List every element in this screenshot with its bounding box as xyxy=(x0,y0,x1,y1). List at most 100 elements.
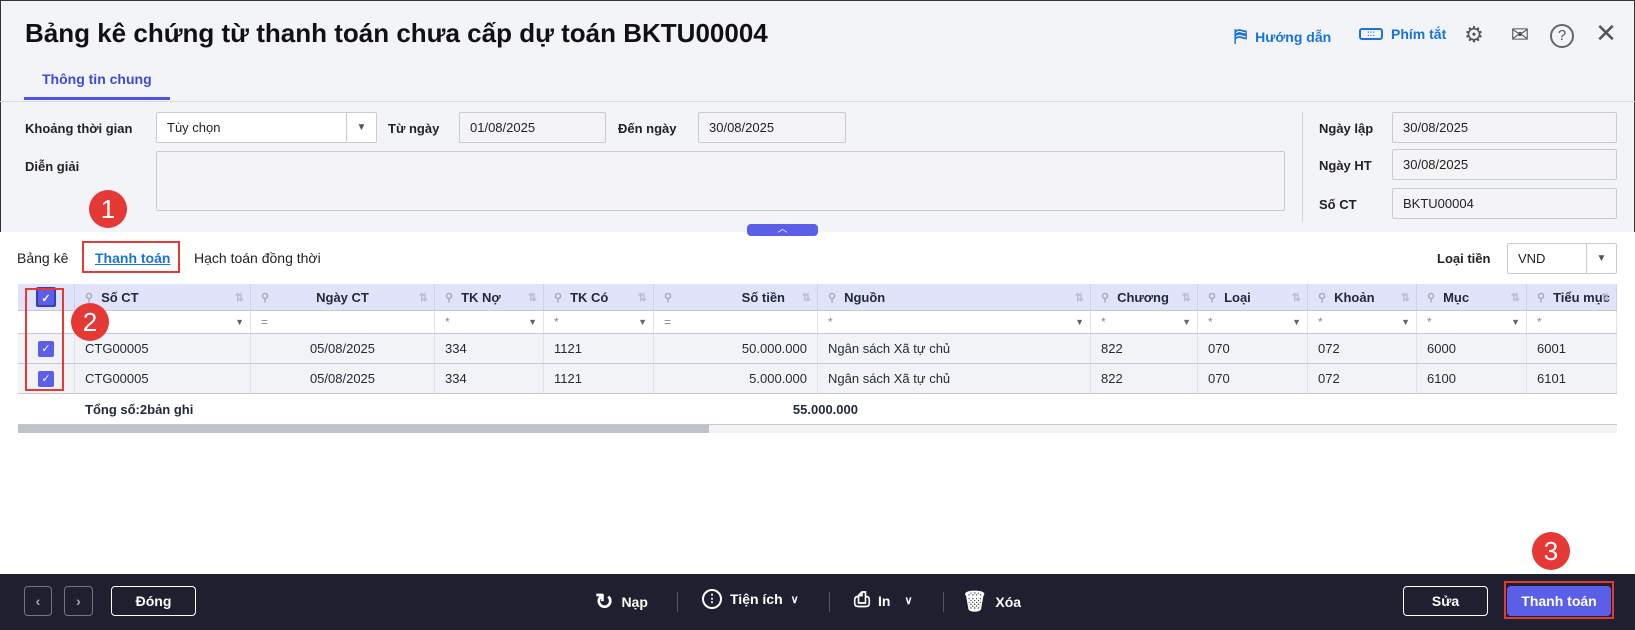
column-header[interactable]: ⚲ TK Có ⇅ xyxy=(544,284,654,310)
filter-dropdown-icon[interactable]: ▼ xyxy=(528,317,537,327)
posted-date-input[interactable]: 30/08/2025 xyxy=(1392,149,1617,180)
pin-icon[interactable]: ⚲ xyxy=(664,291,672,304)
pin-icon[interactable]: ⚲ xyxy=(261,291,269,304)
pin-icon[interactable]: ⚲ xyxy=(828,291,836,304)
next-button[interactable]: › xyxy=(64,586,93,616)
annotation-badge: 2 xyxy=(71,303,109,341)
sort-icon[interactable]: ⇅ xyxy=(1511,291,1520,304)
close-button[interactable]: Đóng xyxy=(111,586,196,616)
to-date-label: Đến ngày xyxy=(618,121,677,136)
table-cell: 334 xyxy=(435,334,544,363)
column-header[interactable]: ⚲ Ngày CT ⇅ xyxy=(251,284,435,310)
filter-cell[interactable]: * ▼ xyxy=(544,311,654,333)
sort-icon[interactable]: ⇅ xyxy=(638,291,647,304)
sort-icon[interactable]: ⇅ xyxy=(1601,291,1610,304)
sort-icon[interactable]: ⇅ xyxy=(419,291,428,304)
sort-icon[interactable]: ⇅ xyxy=(1292,291,1301,304)
filter-cell[interactable]: = xyxy=(251,311,435,333)
table-cell: 072 xyxy=(1308,334,1417,363)
from-date-input[interactable]: 01/08/2025 xyxy=(459,112,606,143)
tab-underline xyxy=(24,97,170,100)
column-header[interactable]: ⚲ Chương ⇅ xyxy=(1091,284,1198,310)
filter-cell[interactable]: = xyxy=(654,311,818,333)
pin-icon[interactable]: ⚲ xyxy=(1101,291,1109,304)
column-header[interactable]: ⚲ Nguồn ⇅ xyxy=(818,284,1091,310)
doc-number-input[interactable]: BKTU00004 xyxy=(1392,188,1617,219)
sort-icon[interactable]: ⇅ xyxy=(802,291,811,304)
table-cell: Ngân sách Xã tự chủ xyxy=(818,364,1091,393)
description-input[interactable] xyxy=(156,151,1285,211)
table-cell: 6000 xyxy=(1417,334,1527,363)
tab-general-info[interactable]: Thông tin chung xyxy=(42,71,152,87)
sort-icon[interactable]: ⇅ xyxy=(1401,291,1410,304)
divider xyxy=(943,592,944,612)
mail-forward-icon[interactable]: ✉ xyxy=(1506,22,1534,50)
currency-select[interactable]: VND ▼ xyxy=(1507,243,1617,274)
period-select[interactable]: Tùy chọn ▼ xyxy=(156,112,377,143)
filter-dropdown-icon[interactable]: ▼ xyxy=(638,317,647,327)
table-cell: Ngân sách Xã tự chủ xyxy=(818,334,1091,363)
column-header[interactable]: ⚲ Tiểu mục ⇅ xyxy=(1527,284,1617,310)
filter-cell[interactable]: * ▼ xyxy=(818,311,1091,333)
filter-cell[interactable]: * ▼ xyxy=(1091,311,1198,333)
sort-icon[interactable]: ⇅ xyxy=(1075,291,1084,304)
sort-icon[interactable]: ⇅ xyxy=(528,291,537,304)
filter-dropdown-icon[interactable]: ▼ xyxy=(1292,317,1301,327)
filter-cell[interactable]: * ▼ xyxy=(1308,311,1417,333)
filter-cell[interactable]: * ▼ xyxy=(1198,311,1308,333)
created-date-input[interactable]: 30/08/2025 xyxy=(1392,112,1617,143)
shortcuts-link[interactable]: ::: Phím tắt xyxy=(1359,26,1446,42)
pin-icon[interactable]: ⚲ xyxy=(1537,291,1545,304)
filter-dropdown-icon[interactable]: ▼ xyxy=(1075,317,1084,327)
guide-link[interactable]: ⛿ Hướng dẫn xyxy=(1234,26,1331,47)
pin-icon[interactable]: ⚲ xyxy=(1318,291,1326,304)
print-button[interactable]: ⎙ In ∨ xyxy=(854,589,913,612)
collapse-button[interactable]: ︿ xyxy=(747,224,818,236)
column-header[interactable]: ⚲ Mục ⇅ xyxy=(1417,284,1527,310)
annotation-box xyxy=(1504,581,1614,619)
column-header[interactable]: ⚲ Số tiền ⇅ xyxy=(654,284,818,310)
close-icon[interactable]: ✕ xyxy=(1592,18,1620,48)
edit-button[interactable]: Sửa xyxy=(1403,586,1488,616)
pin-icon[interactable]: ⚲ xyxy=(445,291,453,304)
help-icon[interactable]: ? xyxy=(1550,24,1574,48)
grid-header: ✓ ⚲ Số CT ⇅ ⚲ Ngày CT ⇅ ⚲ TK Nợ ⇅ ⚲ TK Có ⇅ ⚲ Số tiền ⇅… xyxy=(18,284,1617,311)
filter-dropdown-icon[interactable]: ▼ xyxy=(235,317,244,327)
table-cell: 6001 xyxy=(1527,334,1617,363)
horizontal-scrollbar[interactable] xyxy=(18,425,1617,433)
filter-dropdown-icon[interactable]: ▼ xyxy=(1182,317,1191,327)
filter-dropdown-icon[interactable]: ▼ xyxy=(1401,317,1410,327)
pin-icon[interactable]: ⚲ xyxy=(1427,291,1435,304)
pin-icon[interactable]: ⚲ xyxy=(85,291,93,304)
to-date-input[interactable]: 30/08/2025 xyxy=(698,112,846,143)
filter-cell[interactable]: * ▼ xyxy=(435,311,544,333)
table-row[interactable]: ✓ CTG00005 05/08/2025 334 1121 50.000.000 Ngân… xyxy=(18,334,1617,364)
posted-date-label: Ngày HT xyxy=(1319,158,1372,173)
filter-dropdown-icon[interactable]: ▼ xyxy=(1511,317,1520,327)
table-cell: CTG00005 xyxy=(75,334,251,363)
sort-icon[interactable]: ⇅ xyxy=(1182,291,1191,304)
chevron-up-icon: ︿ xyxy=(777,224,788,235)
filter-cell[interactable]: * xyxy=(1527,311,1617,333)
table-cell: 822 xyxy=(1091,334,1198,363)
table-cell: 070 xyxy=(1198,364,1308,393)
tab-accounting[interactable]: Hạch toán đồng thời xyxy=(194,250,321,266)
column-header[interactable]: ⚲ Khoản ⇅ xyxy=(1308,284,1417,310)
pin-icon[interactable]: ⚲ xyxy=(554,291,562,304)
reload-button[interactable]: ↻ Nạp xyxy=(595,589,648,615)
tab-list[interactable]: Bảng kê xyxy=(17,250,68,266)
filter-cell[interactable]: * ▼ xyxy=(1417,311,1527,333)
utilities-button[interactable]: ⋮ Tiện ích ∨ xyxy=(702,589,799,609)
settings-icon[interactable]: ⚙ xyxy=(1460,22,1488,50)
previous-button[interactable]: ‹ xyxy=(24,586,52,616)
table-row[interactable]: ✓ CTG00005 05/08/2025 334 1121 5.000.000 Ngân … xyxy=(18,364,1617,394)
column-header[interactable]: ⚲ Loại ⇅ xyxy=(1198,284,1308,310)
table-cell: 1121 xyxy=(544,364,654,393)
total-amount: 55.000.000 xyxy=(792,401,858,417)
pin-icon[interactable]: ⚲ xyxy=(1208,291,1216,304)
delete-button[interactable]: 🗑 Xóa xyxy=(962,589,1021,614)
sort-icon[interactable]: ⇅ xyxy=(235,291,244,304)
column-header[interactable]: ⚲ TK Nợ ⇅ xyxy=(435,284,544,310)
table-cell: 070 xyxy=(1198,334,1308,363)
scrollbar-thumb[interactable] xyxy=(18,425,709,433)
